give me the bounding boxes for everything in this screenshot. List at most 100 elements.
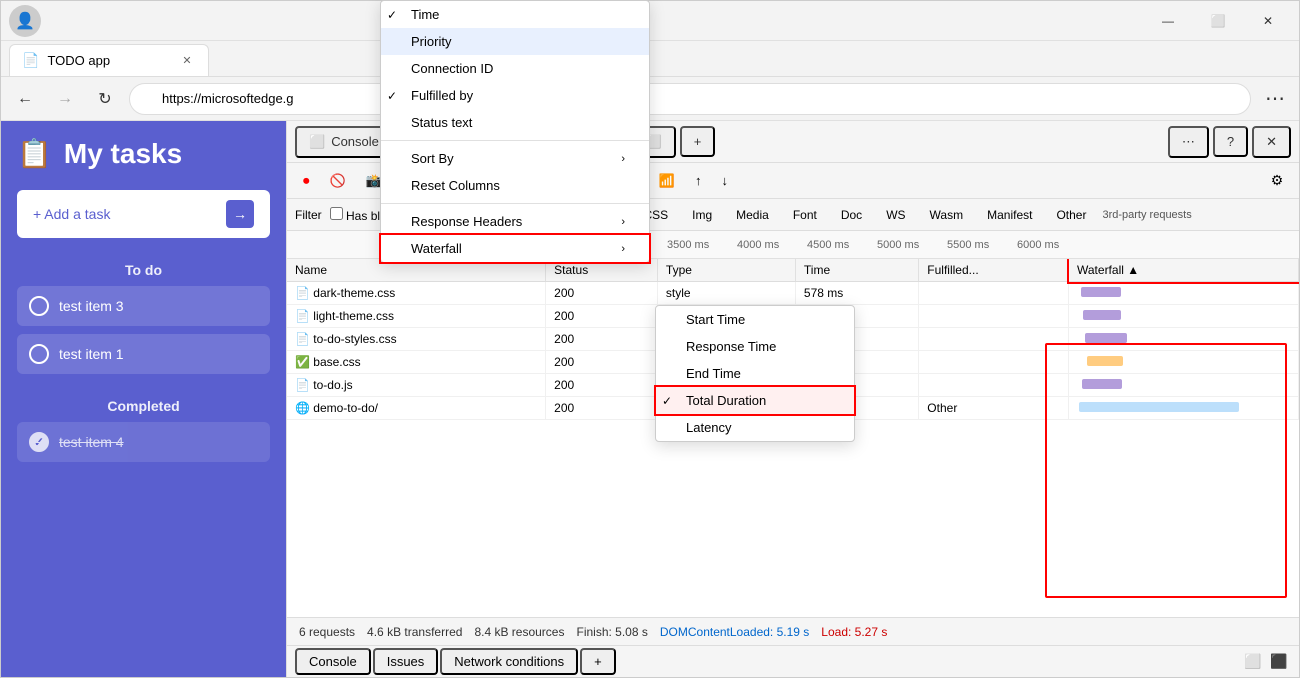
filter-media[interactable]: Media [728,206,777,224]
refresh-button[interactable]: ↻ [89,83,121,115]
submenu-item-label: End Time [686,366,741,381]
forward-button[interactable]: → [49,83,81,115]
cell-name: 📄 light-theme.css [287,305,546,328]
menu-item-status-text[interactable]: Status text [381,109,649,136]
bottom-tab-console[interactable]: Console [295,648,371,675]
col-time[interactable]: Time [795,259,918,282]
tab-console[interactable]: ⬜ Console [295,126,393,158]
submenu-item-total-duration[interactable]: ✓ Total Duration [656,387,854,414]
cell-waterfall [1069,282,1299,305]
filter-label: Filter [295,208,322,222]
cell-name: ✅ base.css [287,351,546,374]
minimize-button[interactable]: — [1145,5,1191,37]
submenu-arrow-icon: › [621,153,625,165]
submenu-item-latency[interactable]: Latency [656,414,854,441]
devtools-close-button[interactable]: ✕ [1252,126,1291,158]
list-item[interactable]: test item 1 [17,334,270,374]
more-tools-button[interactable]: ⋯ [1168,126,1209,158]
browser-more-button[interactable]: ⋯ [1259,83,1291,115]
bottom-tab-issues[interactable]: Issues [373,648,439,675]
maximize-button[interactable]: ⬜ [1195,5,1241,37]
resources-size: 8.4 kB resources [474,625,564,639]
submenu-item-label: Total Duration [686,393,766,408]
menu-item-reset-columns[interactable]: Reset Columns [381,172,649,199]
browser-tab[interactable]: 📄 TODO app ✕ [9,44,209,76]
col-type[interactable]: Type [657,259,795,282]
cell-waterfall [1069,374,1299,397]
dock-button[interactable]: ⬛ [1267,650,1291,674]
menu-item-label: Response Headers [411,214,522,229]
download-icon[interactable]: ↓ [714,167,737,195]
cell-status: 200 [546,305,658,328]
cell-type: style [657,282,795,305]
record-button[interactable]: ⏺ [295,167,318,195]
bottom-tab-network-conditions[interactable]: Network conditions [440,648,578,675]
tick-3500: 3500 ms [667,239,737,251]
has-blocked-checkbox[interactable] [330,207,343,220]
menu-item-connection-id[interactable]: Connection ID [381,55,649,82]
cell-fulfilled [919,351,1069,374]
task-checkbox-checked[interactable] [29,432,49,452]
address-input[interactable] [129,83,1251,115]
menu-separator [381,203,649,204]
list-item[interactable]: test item 3 [17,286,270,326]
menu-item-sort-by[interactable]: Sort By › [381,145,649,172]
cell-status: 200 [546,328,658,351]
filter-ws[interactable]: WS [878,206,913,224]
profile-icon[interactable]: 👤 [9,5,41,37]
filter-manifest[interactable]: Manifest [979,206,1040,224]
menu-item-fulfilled-by[interactable]: ✓ Fulfilled by [381,82,649,109]
browser-window: 👤 — ⬜ ✕ 📄 TODO app ✕ ← → ↻ ⋯ 📋 My tasks [0,0,1300,678]
filter-doc[interactable]: Doc [833,206,870,224]
filter-font[interactable]: Font [785,206,825,224]
task-checkbox[interactable] [29,344,49,364]
menu-item-waterfall[interactable]: Waterfall › [381,235,649,262]
waterfall-submenu: Start Time Response Time End Time ✓ Tota… [655,305,855,442]
context-menu: ✓ Time Priority Connection ID ✓ Fulfille… [380,0,650,263]
task-checkbox[interactable] [29,296,49,316]
bottom-tab-add[interactable]: + [580,648,616,675]
close-button[interactable]: ✕ [1245,5,1291,37]
filter-other[interactable]: Other [1048,206,1094,224]
cell-waterfall [1069,351,1299,374]
add-task-button[interactable]: + Add a task → [17,190,270,238]
filter-wasm[interactable]: Wasm [922,206,972,224]
menu-item-label: Reset Columns [411,178,500,193]
finish-time: Finish: 5.08 s [576,625,647,639]
sort-arrow-icon: ▲ [1127,263,1139,277]
submenu-arrow-icon: › [621,216,625,228]
menu-item-priority[interactable]: Priority [381,28,649,55]
check-icon: ✓ [387,8,403,22]
tab-icon: 📄 [22,52,39,69]
network-settings-button[interactable]: ⚙ [1263,167,1291,195]
third-party-label: 3rd-party requests [1102,209,1191,221]
upload-icon[interactable]: ↑ [687,167,710,195]
submenu-item-start-time[interactable]: Start Time [656,306,854,333]
col-waterfall[interactable]: Waterfall ▲ [1069,259,1299,282]
tick-4500: 4500 ms [807,239,877,251]
help-button[interactable]: ? [1213,126,1248,157]
console-icon: ⬜ [309,134,325,150]
tick-4000: 4000 ms [737,239,807,251]
cell-fulfilled [919,282,1069,305]
cell-name: 📄 dark-theme.css [287,282,546,305]
todo-title: My tasks [64,138,182,170]
cell-fulfilled: Other [919,397,1069,420]
clear-button[interactable]: 🚫 [322,167,354,195]
tab-add[interactable]: + [680,126,716,157]
cell-status: 200 [546,374,658,397]
back-button[interactable]: ← [9,83,41,115]
submenu-item-response-time[interactable]: Response Time [656,333,854,360]
filter-img[interactable]: Img [684,206,720,224]
list-item[interactable]: test item 4 [17,422,270,462]
tab-close-button[interactable]: ✕ [178,52,196,70]
col-fulfilled[interactable]: Fulfilled... [919,259,1069,282]
submenu-item-end-time[interactable]: End Time [656,360,854,387]
cell-name: 📄 to-do.js [287,374,546,397]
undock-button[interactable]: ⬜ [1241,650,1265,674]
check-icon: ✓ [662,394,678,408]
wifi-icon[interactable]: 📶 [651,167,683,195]
table-row[interactable]: 📄 dark-theme.css 200 style 578 ms [287,282,1299,305]
menu-item-response-headers[interactable]: Response Headers › [381,208,649,235]
menu-item-time[interactable]: ✓ Time [381,1,649,28]
